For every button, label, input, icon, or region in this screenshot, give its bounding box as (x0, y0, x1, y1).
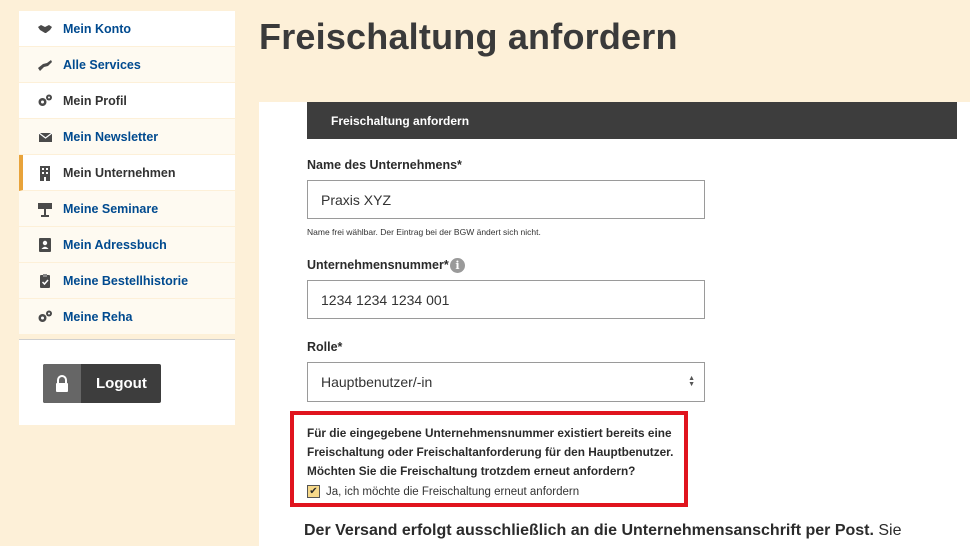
confirm-checkbox[interactable]: ✔ (307, 485, 320, 498)
company-name-label: Name des Unternehmens* (307, 158, 462, 172)
role-label: Rolle* (307, 340, 343, 354)
sidebar-item-label: Mein Konto (63, 21, 132, 36)
warning-text: Für die eingegebene Unternehmensnummer e… (307, 426, 674, 478)
sidebar-item-alle-services[interactable]: Alle Services (19, 47, 235, 83)
shipping-note: Der Versand erfolgt ausschließlich an di… (304, 522, 902, 540)
page-title: Freischaltung anfordern (259, 16, 678, 57)
envelope-icon (37, 129, 53, 145)
sidebar-item-mein-profil[interactable]: Mein Profil (19, 83, 235, 119)
shipping-note-bold: Der Versand erfolgt ausschließlich an di… (304, 522, 874, 539)
sidebar-item-meine-seminare[interactable]: Meine Seminare (19, 191, 235, 227)
sidebar-item-label: Mein Newsletter (63, 129, 159, 144)
role-select-value: Hauptbenutzer/-in (321, 374, 433, 390)
sidebar-item-label: Meine Reha (63, 309, 133, 324)
lectern-icon (37, 201, 53, 217)
sidebar-item-meine-bestellhistorie[interactable]: Meine Bestellhistorie (19, 263, 235, 299)
gears-icon (37, 309, 53, 325)
logout-section: Logout (19, 339, 235, 425)
sidebar-item-label: Mein Profil (63, 93, 127, 108)
building-icon (37, 165, 53, 181)
sidebar-item-mein-adressbuch[interactable]: Mein Adressbuch (19, 227, 235, 263)
sidebar-item-label: Alle Services (63, 57, 141, 72)
sidebar-item-mein-newsletter[interactable]: Mein Newsletter (19, 119, 235, 155)
company-name-input[interactable] (307, 180, 705, 219)
company-number-label: Unternehmensnummer* (307, 258, 449, 272)
sidebar-item-mein-konto[interactable]: Mein Konto (19, 11, 235, 47)
handshake-icon (37, 21, 53, 37)
confirm-checkbox-row[interactable]: ✔ Ja, ich möchte die Freischaltung erneu… (307, 485, 684, 498)
confirm-label: Ja, ich möchte die Freischaltung erneut … (326, 485, 580, 498)
clipboard-check-icon (37, 273, 53, 289)
sidebar-item-mein-unternehmen[interactable]: Mein Unternehmen (19, 155, 235, 191)
sidebar: Mein Konto Alle Services Mein Profil Mei… (19, 11, 235, 425)
duplicate-warning-box: Für die eingegebene Unternehmensnummer e… (290, 411, 688, 507)
sidebar-item-label: Mein Adressbuch (63, 237, 167, 252)
info-icon[interactable]: i (450, 258, 465, 273)
sidebar-item-label: Meine Seminare (63, 201, 159, 216)
company-number-input[interactable] (307, 280, 705, 319)
select-arrows-icon: ▲ ▼ (688, 375, 695, 388)
company-name-hint: Name frei wählbar. Der Eintrag bei der B… (307, 227, 541, 237)
sidebar-item-label: Meine Bestellhistorie (63, 273, 189, 288)
sidebar-item-meine-reha[interactable]: Meine Reha (19, 299, 235, 335)
role-select[interactable]: Hauptbenutzer/-in ▲ ▼ (307, 362, 705, 402)
shipping-note-rest: Sie (873, 522, 902, 539)
lock-icon (43, 364, 81, 403)
form-header: Freischaltung anfordern (307, 102, 957, 139)
logout-button[interactable]: Logout (43, 364, 161, 403)
gears-icon (37, 93, 53, 109)
sidebar-item-label: Mein Unternehmen (63, 165, 176, 180)
logout-label: Logout (96, 375, 147, 392)
address-book-icon (37, 237, 53, 253)
hand-icon (37, 57, 53, 73)
